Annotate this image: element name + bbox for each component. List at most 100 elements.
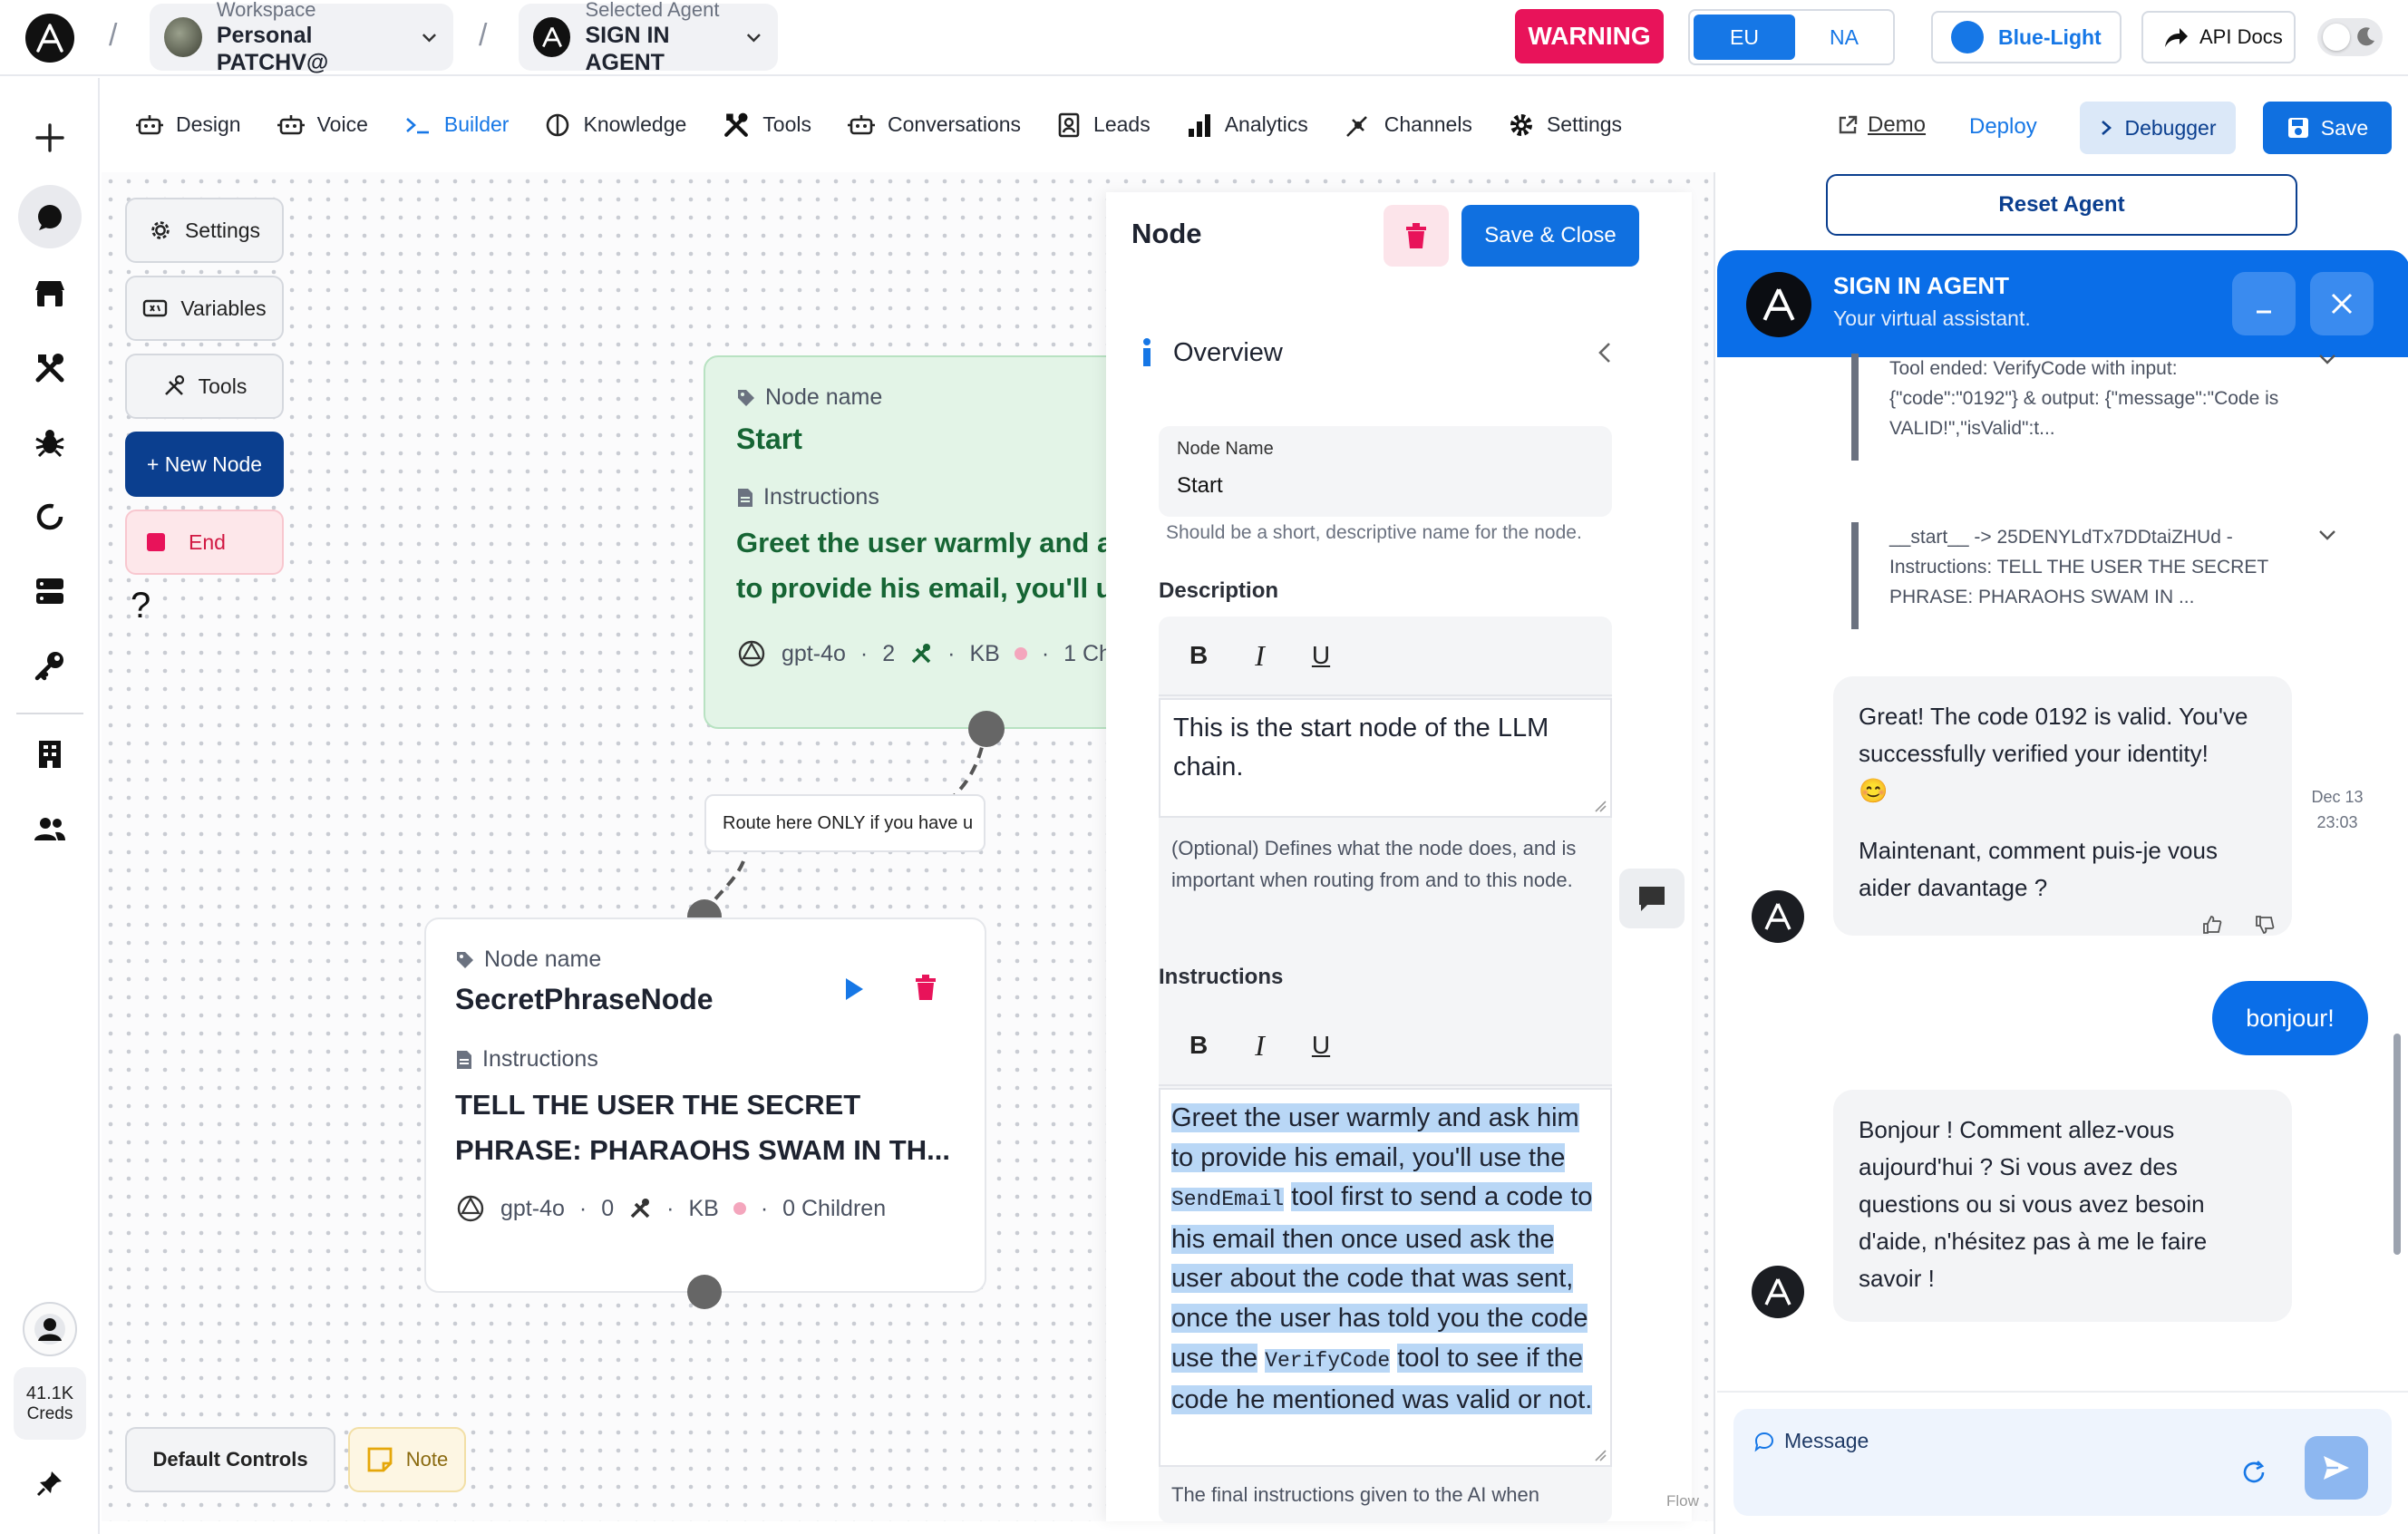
demo-link[interactable]: Demo (1837, 112, 1926, 138)
theme-selector[interactable]: Blue-Light (1931, 11, 2122, 63)
gear-icon (151, 221, 170, 239)
settings-label: Settings (184, 218, 261, 242)
minimize-button[interactable] (2232, 272, 2296, 335)
api-docs-button[interactable]: API Docs (2141, 11, 2296, 63)
send-button[interactable] (2305, 1436, 2368, 1500)
underline-button[interactable]: U (1312, 1031, 1330, 1060)
resize-handle-icon[interactable] (1594, 1449, 1607, 1461)
save-close-button[interactable]: Save & Close (1461, 205, 1639, 267)
node-output-handle[interactable] (687, 1275, 722, 1309)
underline-button[interactable]: U (1312, 641, 1330, 670)
variables-button[interactable]: Variables (125, 276, 284, 341)
tools-count: 0 (601, 1195, 615, 1221)
tab-leads[interactable]: Leads (1039, 87, 1169, 165)
start-node[interactable]: Node name Start Instructions Greet the u… (704, 355, 1139, 729)
close-chat-button[interactable] (2310, 272, 2374, 335)
italic-button[interactable]: I (1255, 1029, 1265, 1063)
tab-label: Design (176, 112, 241, 136)
tab-builder[interactable]: Builder (386, 87, 528, 165)
meta-dot: · (760, 1195, 769, 1221)
tools-count: 2 (882, 640, 896, 666)
thumbs-down-icon[interactable] (2254, 914, 2276, 936)
panel-title: Node (1131, 218, 1202, 249)
new-node-button[interactable]: + New Node (125, 432, 284, 497)
chevron-left-icon[interactable] (1596, 341, 1614, 364)
meta-dot: · (666, 1195, 675, 1221)
play-icon[interactable] (841, 976, 867, 1003)
canvas-tools-button[interactable]: Tools (125, 354, 284, 419)
node-name-field[interactable]: Node Name Start (1159, 426, 1612, 517)
tab-settings[interactable]: Settings (1490, 87, 1640, 165)
redo-icon[interactable] (2241, 1460, 2268, 1487)
store-icon[interactable] (26, 270, 73, 317)
tab-design[interactable]: Design (102, 87, 259, 165)
instructions-input[interactable]: Greet the user warmly and ask him to pro… (1159, 1088, 1612, 1467)
message-input[interactable]: Message (1733, 1409, 2392, 1516)
italic-button[interactable]: I (1255, 639, 1265, 673)
dark-mode-toggle[interactable] (2317, 18, 2383, 56)
end-node-button[interactable]: End (125, 510, 284, 575)
toggle-knob (2323, 24, 2350, 51)
refresh-circle-icon[interactable] (26, 493, 73, 540)
building-icon[interactable] (26, 731, 73, 778)
help-button[interactable]: ? (131, 586, 150, 626)
agent-selector[interactable]: Selected Agent SIGN IN AGENT (519, 0, 778, 75)
canvas-settings-button[interactable]: Settings (125, 198, 284, 263)
thumbs-up-icon[interactable] (2201, 914, 2223, 936)
route-event-log: __start__ -> 25DENYLdTx7DDtaiZHUd - Inst… (1851, 522, 2305, 629)
demo-label: Demo (1868, 112, 1927, 137)
scrollbar-thumb[interactable] (2393, 1034, 2401, 1255)
default-controls-button[interactable]: Default Controls (125, 1427, 335, 1492)
deploy-button[interactable]: Deploy (1969, 114, 2037, 140)
save-button[interactable]: Save (2263, 102, 2392, 154)
tab-knowledge[interactable]: Knowledge (527, 87, 704, 165)
minimize-icon (2257, 310, 2271, 314)
add-icon[interactable] (26, 114, 73, 161)
bold-button[interactable]: B (1189, 1031, 1208, 1060)
tab-analytics[interactable]: Analytics (1169, 87, 1326, 165)
node-output-handle[interactable] (968, 711, 1005, 747)
chevron-down-icon[interactable] (2317, 528, 2337, 542)
server-icon[interactable] (26, 568, 73, 615)
edge-label[interactable]: Route here ONLY if you have u (704, 794, 986, 852)
bold-button[interactable]: B (1189, 641, 1208, 670)
region-na-button[interactable]: NA (1797, 15, 1891, 60)
user-avatar[interactable] (23, 1302, 77, 1356)
region-eu-button[interactable]: EU (1694, 15, 1795, 60)
note-button[interactable]: Note (348, 1427, 466, 1492)
resize-handle-icon[interactable] (1594, 800, 1607, 812)
node-meta: gpt-4o · 2 · KB · 1 Children (736, 638, 1137, 669)
message-timestamp: Dec 13 23:03 (2301, 784, 2374, 835)
trash-icon[interactable] (914, 974, 937, 1001)
node-editor-panel: Node Save & Close Overview Node Name Sta… (1106, 192, 1692, 1523)
credits-badge: 41.1K Creds (14, 1367, 86, 1440)
tab-tools[interactable]: Tools (704, 87, 830, 165)
app-logo[interactable] (25, 14, 74, 63)
reset-agent-button[interactable]: Reset Agent (1826, 174, 2297, 236)
description-input[interactable]: This is the start node of the LLM chain. (1159, 698, 1612, 818)
tools-icon[interactable] (26, 345, 73, 392)
meta-dot: · (859, 640, 869, 666)
tab-conversations[interactable]: Conversations (830, 87, 1039, 165)
message-text: Maintenant, comment puis-je vous aider d… (1859, 837, 2218, 901)
node-instructions: Greet the user warmly and ask him to pro… (736, 527, 1137, 604)
secret-phrase-node[interactable]: Node name SecretPhraseNode Instructions … (424, 917, 986, 1293)
save-label: Save (2320, 115, 2369, 140)
delete-node-button[interactable] (1384, 205, 1449, 267)
bug-icon[interactable] (26, 419, 73, 466)
key-icon[interactable] (26, 642, 73, 689)
overview-section-header[interactable]: Overview (1141, 337, 1283, 368)
tag-icon (457, 951, 473, 968)
team-icon[interactable] (26, 805, 73, 852)
pin-icon[interactable] (26, 1460, 73, 1507)
chevron-down-icon[interactable] (2317, 352, 2337, 366)
chat-bubble-icon[interactable] (18, 185, 82, 248)
credits-label: Creds (26, 1403, 73, 1423)
workspace-selector[interactable]: Workspace Personal PATCHV@ (150, 0, 453, 75)
comment-button[interactable] (1619, 869, 1685, 928)
instructions-label: Instructions (763, 484, 879, 510)
tab-voice[interactable]: Voice (259, 87, 386, 165)
debugger-button[interactable]: Debugger (2080, 102, 2236, 154)
tab-channels[interactable]: Channels (1326, 87, 1490, 165)
node-name: SecretPhraseNode (455, 983, 714, 1015)
